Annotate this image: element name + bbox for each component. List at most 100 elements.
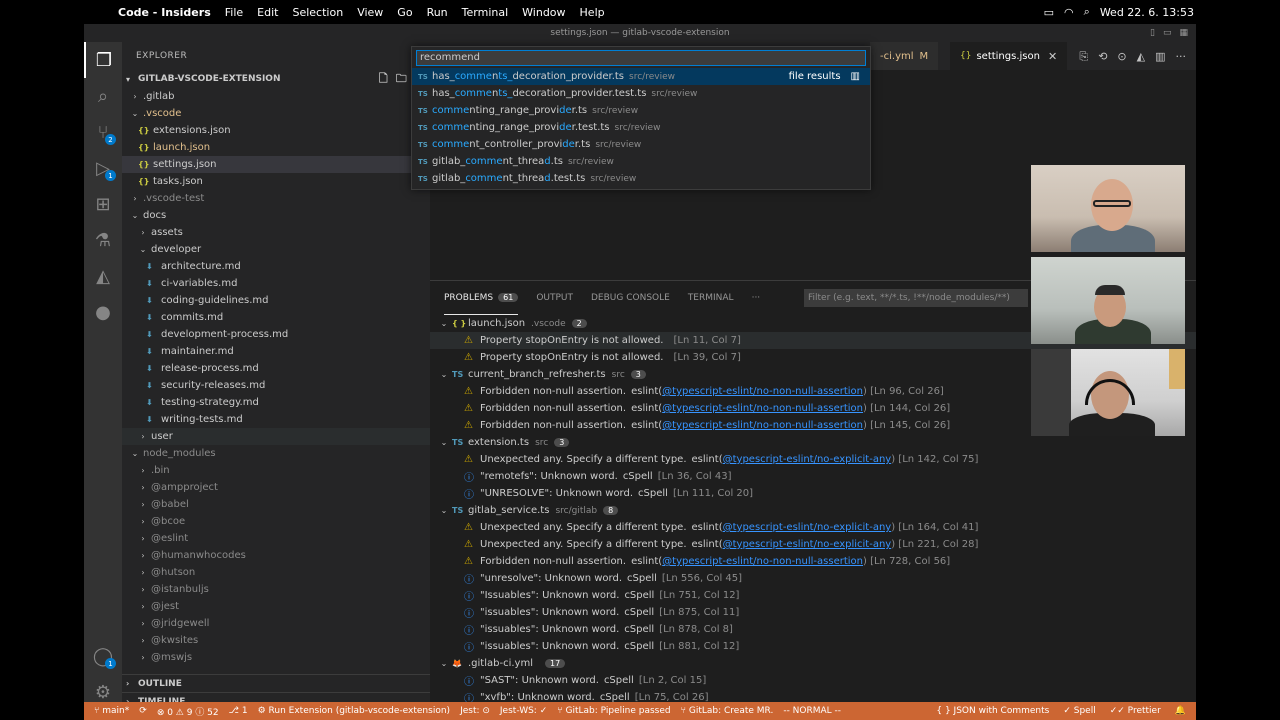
- tree-item[interactable]: › @humanwhocodes: [122, 547, 430, 564]
- tree-item[interactable]: {} extensions.json: [122, 122, 430, 139]
- tree-item[interactable]: {} settings.json: [122, 156, 430, 173]
- new-folder-icon[interactable]: 🗀: [396, 70, 407, 89]
- tree-item[interactable]: ⌄ developer: [122, 241, 430, 258]
- rule-link[interactable]: @typescript-eslint/no-non-null-assertion: [662, 403, 863, 414]
- branch-indicator[interactable]: ⑂ main*: [94, 706, 129, 716]
- tree-item[interactable]: › @babel: [122, 496, 430, 513]
- tree-item[interactable]: ⌄ node_modules: [122, 445, 430, 462]
- menu-file[interactable]: File: [225, 6, 243, 19]
- tree-item[interactable]: ⬇ coding-guidelines.md: [122, 292, 430, 309]
- sync-icon[interactable]: ⟳: [139, 706, 147, 716]
- problem-row[interactable]: ⓘ "remotefs": Unknown word. cSpell [Ln 36, …: [430, 468, 1196, 485]
- explorer-icon[interactable]: ❐: [84, 42, 122, 78]
- problem-file-group[interactable]: ⌄ TS gitlab_service.ts src/gitlab 8: [430, 502, 1196, 519]
- tree-item[interactable]: ⌄ docs: [122, 207, 430, 224]
- tree-item[interactable]: › @mswjs: [122, 649, 430, 666]
- tree-item[interactable]: › user: [122, 428, 430, 445]
- tree-item[interactable]: ⬇ maintainer.md: [122, 343, 430, 360]
- menu-edit[interactable]: Edit: [257, 6, 278, 19]
- menu-help[interactable]: Help: [580, 6, 605, 19]
- quick-open-input[interactable]: recommend: [416, 50, 866, 66]
- prettier-status[interactable]: ✓✓ Prettier: [1110, 706, 1161, 716]
- tree-item[interactable]: ⬇ ci-variables.md: [122, 275, 430, 292]
- workspace-root[interactable]: ▾ GITLAB-VSCODE-EXTENSION 🗋 🗀 ↻: [122, 70, 430, 88]
- new-file-icon[interactable]: 🗋: [379, 70, 388, 89]
- tree-item[interactable]: › .vscode-test: [122, 190, 430, 207]
- tree-item[interactable]: ⬇ architecture.md: [122, 258, 430, 275]
- tab-terminal[interactable]: TERMINAL: [688, 281, 734, 315]
- pipeline-status[interactable]: ⑂ GitLab: Pipeline passed: [557, 706, 670, 716]
- tree-item[interactable]: {} launch.json: [122, 139, 430, 156]
- close-icon[interactable]: ✕: [1048, 50, 1057, 63]
- rule-link[interactable]: @typescript-eslint/no-explicit-any: [723, 454, 892, 465]
- tab-debug-console[interactable]: DEBUG CONSOLE: [591, 281, 670, 315]
- menu-terminal[interactable]: Terminal: [462, 6, 509, 19]
- run-debug-icon[interactable]: ▷ 1: [84, 150, 122, 186]
- problem-row[interactable]: ⓘ "unresolve": Unknown word. cSpell [Ln 556…: [430, 570, 1196, 587]
- open-settings-icon[interactable]: ⎘: [1079, 50, 1088, 64]
- problem-row[interactable]: ⓘ "issuables": Unknown word. cSpell [Ln 878…: [430, 621, 1196, 638]
- problem-row[interactable]: ⓘ "issuables": Unknown word. cSpell [Ln 875…: [430, 604, 1196, 621]
- problem-row[interactable]: ⓘ "Issuables": Unknown word. cSpell [Ln 751…: [430, 587, 1196, 604]
- ports-indicator[interactable]: ⎇ 1: [229, 706, 248, 716]
- tree-item[interactable]: › @ampproject: [122, 479, 430, 496]
- search-icon[interactable]: ⌕: [1084, 5, 1090, 19]
- testing-icon[interactable]: ⚗: [84, 222, 122, 258]
- quick-open-result[interactable]: TS gitlab_ comme nt_threa d .ts src/review: [412, 153, 870, 170]
- tree-item[interactable]: › assets: [122, 224, 430, 241]
- tree-item[interactable]: ⬇ testing-strategy.md: [122, 394, 430, 411]
- quick-open-result[interactable]: TS comme nt_controller_provi de r.ts src/revi…: [412, 136, 870, 153]
- tree-item[interactable]: ⬇ security-releases.md: [122, 377, 430, 394]
- compare-icon[interactable]: ⊙: [1117, 50, 1126, 64]
- menu-run[interactable]: Run: [427, 6, 448, 19]
- menu-view[interactable]: View: [357, 6, 383, 19]
- tree-item[interactable]: ⬇ writing-tests.md: [122, 411, 430, 428]
- go-back-icon[interactable]: ⟲: [1098, 50, 1107, 64]
- outline-section[interactable]: › OUTLINE: [122, 674, 430, 692]
- gitlab-icon[interactable]: ◭: [1137, 50, 1145, 64]
- github-icon[interactable]: ●: [84, 294, 122, 330]
- rule-link[interactable]: @typescript-eslint/no-non-null-assertion: [662, 420, 863, 431]
- layout-icon[interactable]: ▦: [1179, 24, 1188, 42]
- clock[interactable]: Wed 22. 6. 13:53: [1100, 6, 1194, 19]
- problem-row[interactable]: ⚠ Unexpected any. Specify a different typ…: [430, 519, 1196, 536]
- toggle-sidebar-icon[interactable]: ▯: [1150, 24, 1155, 42]
- spell-checker-status[interactable]: ✓ Spell: [1063, 706, 1095, 716]
- app-menu[interactable]: Code - Insiders: [118, 6, 211, 19]
- tree-item[interactable]: › @hutson: [122, 564, 430, 581]
- problems-filter-input[interactable]: Filter (e.g. text, **/*.ts, !**/node_mod…: [804, 289, 1028, 307]
- tree-item[interactable]: {} tasks.json: [122, 173, 430, 190]
- extensions-icon[interactable]: ⊞: [84, 186, 122, 222]
- quick-open-result[interactable]: TS comme nting_range_provi de r.test.ts src/r…: [412, 119, 870, 136]
- open-to-side-icon[interactable]: ▥: [851, 71, 860, 82]
- tree-item[interactable]: › @jridgewell: [122, 615, 430, 632]
- tree-item[interactable]: › @eslint: [122, 530, 430, 547]
- quick-open-result[interactable]: TS has_ comme n ts_ d ecoration_provider.test.…: [412, 85, 870, 102]
- search-icon[interactable]: ⌕: [84, 78, 122, 114]
- tab-gitlab-ci[interactable]: -ci.yml M: [870, 42, 939, 70]
- run-extension-button[interactable]: ⚙ Run Extension (gitlab-vscode-extension…: [258, 706, 450, 716]
- menu-selection[interactable]: Selection: [292, 6, 343, 19]
- problem-row[interactable]: ⓘ "issuables": Unknown word. cSpell [Ln 881…: [430, 638, 1196, 655]
- toggle-panel-icon[interactable]: ▭: [1163, 24, 1172, 42]
- tab-output[interactable]: OUTPUT: [536, 281, 573, 315]
- problem-row[interactable]: ⓘ "SAST": Unknown word. cSpell [Ln 2, Col 1…: [430, 672, 1196, 689]
- tab-problems[interactable]: PROBLEMS 61: [444, 281, 519, 315]
- menu-window[interactable]: Window: [522, 6, 565, 19]
- rule-link[interactable]: @typescript-eslint/no-non-null-assertion: [662, 556, 863, 567]
- tree-item[interactable]: › @jest: [122, 598, 430, 615]
- problem-row[interactable]: ⚠ Unexpected any. Specify a different typ…: [430, 451, 1196, 468]
- quick-open-result[interactable]: TS has_ comme n ts_ d ecoration_provider.ts src…: [412, 68, 870, 85]
- quick-open-result[interactable]: TS gitlab_ comme nt_threa d .test.ts src/revie…: [412, 170, 870, 187]
- wifi-icon[interactable]: ◠: [1064, 6, 1074, 19]
- problem-row[interactable]: ⚠ Unexpected any. Specify a different typ…: [430, 536, 1196, 553]
- gitlab-icon[interactable]: ◭: [84, 258, 122, 294]
- rule-link[interactable]: @typescript-eslint/no-explicit-any: [723, 522, 892, 533]
- tab-settings-json[interactable]: {} settings.json ✕: [950, 42, 1068, 70]
- jest-ws-status[interactable]: Jest-WS: ✓: [500, 706, 547, 716]
- tree-item[interactable]: ⬇ release-process.md: [122, 360, 430, 377]
- rule-link[interactable]: @typescript-eslint/no-explicit-any: [723, 539, 892, 550]
- problem-row[interactable]: ⚠ Forbidden non-null assertion. eslint(@ty…: [430, 553, 1196, 570]
- menu-go[interactable]: Go: [397, 6, 412, 19]
- tree-item[interactable]: ⬇ development-process.md: [122, 326, 430, 343]
